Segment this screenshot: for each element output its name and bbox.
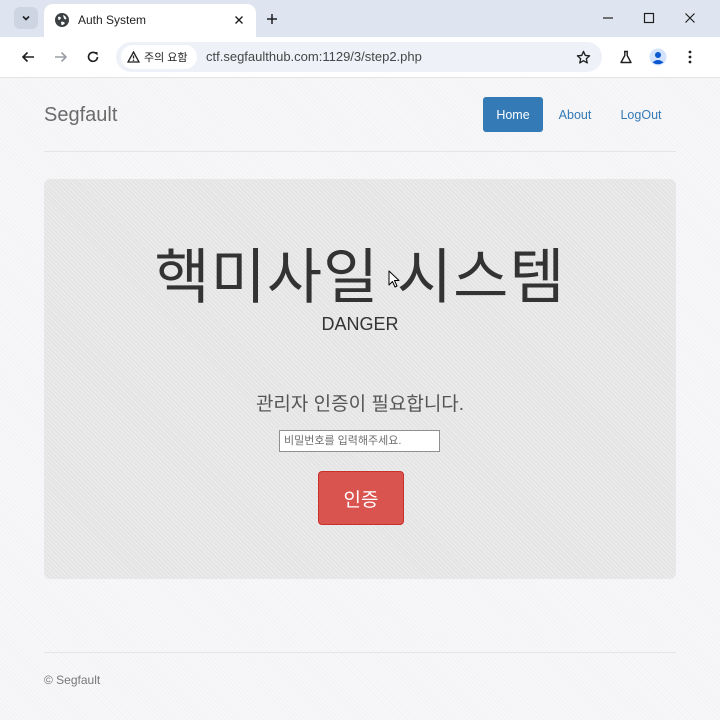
back-arrow-icon [21,51,34,63]
auth-prompt: 관리자 인증이 필요합니다. [255,394,465,415]
browser-menu-button[interactable] [678,45,702,69]
tab-close-button[interactable] [230,11,248,29]
url-text[interactable]: ctf.segfaulthub.com:1129/3/step2.php [206,49,422,64]
globe-icon [55,13,69,27]
star-icon [576,50,590,64]
footer-copyright: © Segfault [44,673,101,687]
plus-icon [267,14,277,24]
reload-button[interactable] [81,45,105,69]
back-button[interactable] [16,45,40,69]
mouse-cursor-icon [388,270,400,288]
browser-tab-strip: Auth System [0,0,720,37]
profile-icon [649,48,667,66]
nav-about[interactable]: About [549,97,601,132]
profile-button[interactable] [646,45,670,69]
bookmark-button[interactable] [572,46,594,68]
page-subtitle: DANGER [321,314,399,334]
labs-button[interactable] [614,45,638,69]
chevron-down-icon [22,15,30,21]
reload-icon [87,51,99,63]
page-title: 핵미사일 시스템 [154,244,566,311]
tab-search-button[interactable] [14,7,38,29]
warning-icon [127,51,140,63]
nav-logout[interactable]: LogOut [611,97,671,132]
minimize-button[interactable] [588,4,628,32]
browser-tab-active[interactable]: Auth System [44,4,256,37]
browser-toolbar: 주의 요함 ctf.segfaulthub.com:1129/3/step2.p… [0,37,720,78]
auth-panel: 핵미사일 시스템 DANGER 관리자 인증이 필요합니다. 인증 [44,179,676,579]
close-window-button[interactable] [670,4,710,32]
page-content: Segfault Home About LogOut 핵미사일 시스템 DANG… [0,78,720,720]
address-bar[interactable]: 주의 요함 ctf.segfaulthub.com:1129/3/step2.p… [116,42,602,72]
tab-title: Auth System [78,13,147,27]
header-divider [44,151,676,152]
minimize-icon [603,17,613,19]
site-brand[interactable]: Segfault [44,104,117,127]
security-indicator[interactable]: 주의 요함 [121,45,197,69]
forward-button[interactable] [49,45,73,69]
new-tab-button[interactable] [262,9,282,29]
maximize-icon [643,12,655,24]
flask-icon [620,50,632,64]
forward-arrow-icon [55,51,68,63]
footer-divider [44,652,676,653]
close-icon [685,13,695,23]
authenticate-button[interactable]: 인증 [318,471,404,525]
kebab-menu-icon [688,50,692,64]
close-icon [235,16,243,24]
nav-home[interactable]: Home [483,97,543,132]
password-input[interactable] [279,430,440,452]
maximize-button[interactable] [629,4,669,32]
security-label: 주의 요함 [144,52,188,64]
